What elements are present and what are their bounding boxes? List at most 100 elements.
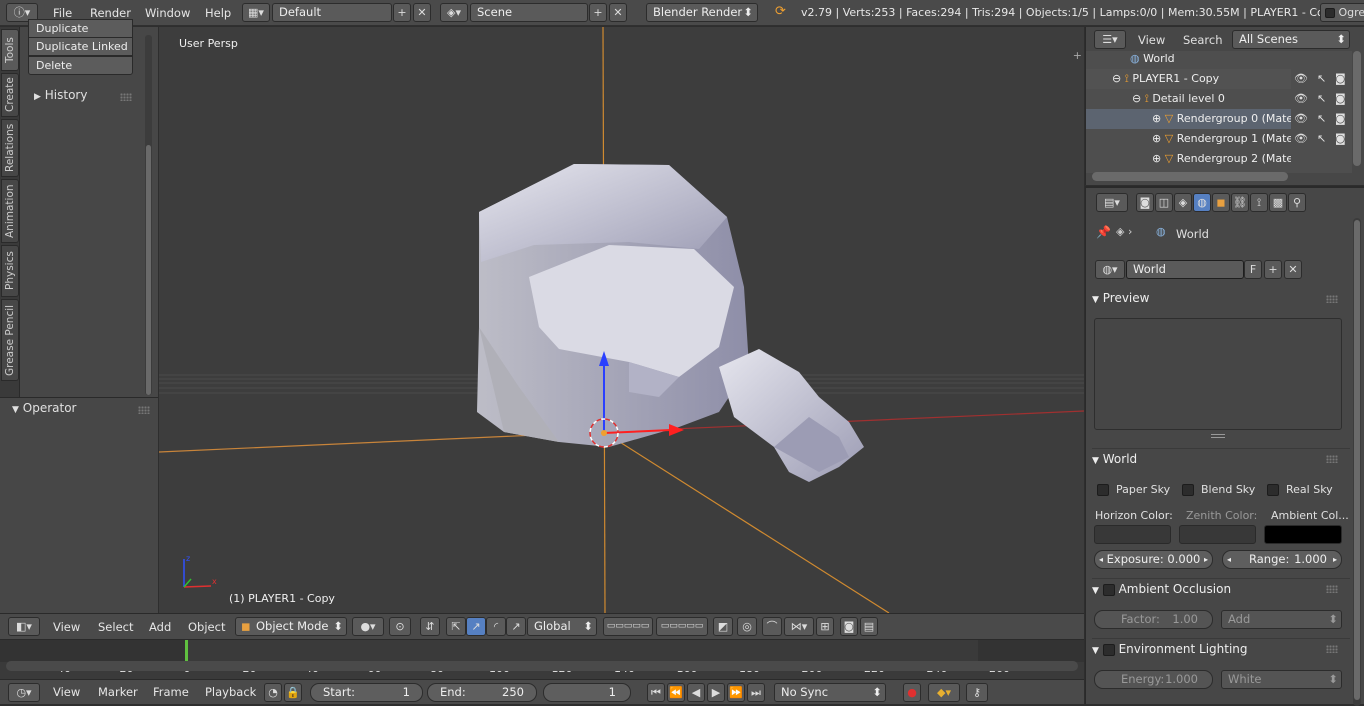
preview-range-icon[interactable]: ◔	[264, 683, 282, 702]
properties-scrollbar[interactable]	[1353, 218, 1361, 706]
end-frame-field[interactable]: End: 250	[427, 683, 537, 702]
physics-icon[interactable]: ⚲	[1288, 193, 1306, 212]
menu-select[interactable]: Select	[98, 620, 133, 634]
paper-sky-checkbox[interactable]: Paper Sky	[1097, 483, 1170, 496]
editor-type-cube-icon[interactable]: ◧▾	[8, 617, 40, 636]
modifiers-icon[interactable]: ⟟	[1250, 193, 1268, 212]
cursor-select-icon[interactable]: ↖	[1317, 72, 1326, 85]
delete-button[interactable]: Delete	[28, 56, 133, 75]
ao-factor-field[interactable]: Factor: 1.00	[1094, 610, 1213, 629]
preview-resize-handle[interactable]	[1211, 434, 1225, 438]
env-color-select[interactable]: White ⬍	[1221, 670, 1342, 689]
eye-icon[interactable]: 👁	[1294, 72, 1308, 85]
ao-blend-mode-select[interactable]: Add ⬍	[1221, 610, 1342, 629]
properties-editor-type-icon[interactable]: ▤▾	[1096, 193, 1128, 212]
scene-name-field[interactable]: Scene	[470, 3, 588, 22]
duplicate-button[interactable]: Duplicate	[28, 19, 133, 38]
proportional-edit-icon[interactable]: ◎	[737, 617, 757, 636]
layout-remove-icon[interactable]: ✕	[413, 3, 431, 22]
outliner-editor-type-icon[interactable]: ☰▾	[1094, 30, 1126, 49]
snap-target-icon[interactable]: ⊞	[816, 617, 834, 636]
eye-icon[interactable]: 👁	[1294, 132, 1308, 145]
menu-frame[interactable]: Frame	[153, 685, 189, 699]
range-field[interactable]: ◂ Range: 1.000 ▸	[1222, 550, 1342, 569]
tab-create[interactable]: Create	[1, 73, 19, 117]
layers-grid-right[interactable]: ▭▭▭▭▭	[656, 617, 708, 636]
timeline[interactable]: -40-200204060801001201401601802002202402…	[0, 639, 1084, 679]
drag-grip-icon[interactable]	[1326, 295, 1338, 303]
new-world-icon[interactable]: +	[1264, 260, 1282, 279]
ao-panel-header[interactable]: ▼ Ambient Occlusion	[1092, 578, 1350, 598]
render-camera-icon[interactable]: ◙	[1335, 132, 1346, 145]
menu-add[interactable]: Add	[149, 620, 171, 634]
cursor-select-icon[interactable]: ↖	[1317, 92, 1326, 105]
lock-layers-icon[interactable]: ◩	[713, 617, 733, 636]
horizon-color-swatch[interactable]	[1094, 525, 1171, 544]
lock-range-icon[interactable]: 🔒	[284, 683, 302, 702]
3d-viewport[interactable]: z x User Persp (1) PLAYER1 - Copy +	[159, 27, 1084, 613]
fake-user-button[interactable]: F	[1244, 260, 1262, 279]
tab-grease-pencil[interactable]: Grease Pencil	[1, 299, 19, 381]
play-icon[interactable]: ▶	[707, 683, 725, 702]
outliner-menu-view[interactable]: View	[1138, 33, 1165, 47]
outliner-vertical-scrollbar[interactable]	[1353, 51, 1361, 166]
tab-animation[interactable]: Animation	[1, 179, 19, 243]
menu-marker[interactable]: Marker	[98, 685, 138, 699]
viewport-shading-icon[interactable]: ●▾	[352, 617, 384, 636]
play-reverse-icon[interactable]: ◀	[687, 683, 705, 702]
layout-browse-icon[interactable]: ▦▾	[242, 3, 270, 22]
world-name-field[interactable]: World	[1126, 260, 1244, 279]
jump-keyframe-back-icon[interactable]: ⏪	[667, 683, 685, 702]
layout-name-field[interactable]: Default	[272, 3, 392, 22]
scene-context-icon[interactable]: ◈	[1174, 193, 1192, 212]
pivot-point-icon[interactable]: ⊙	[389, 617, 411, 636]
eye-icon[interactable]: 👁	[1294, 112, 1308, 125]
drag-grip-icon[interactable]	[138, 406, 150, 414]
menu-view[interactable]: View	[53, 685, 80, 699]
scale-manipulator-icon[interactable]: ↗	[506, 617, 526, 636]
texture-checker-icon[interactable]: ▩	[1269, 193, 1287, 212]
cursor-select-icon[interactable]: ↖	[1317, 112, 1326, 125]
timeline-editor-type-icon[interactable]: ◷▾	[8, 683, 40, 702]
menu-help[interactable]: Help	[205, 4, 231, 22]
snap-element-icon[interactable]: ⋈▾	[784, 617, 814, 636]
constraints-icon[interactable]: ⛓	[1231, 193, 1249, 212]
render-camera-icon[interactable]: ◙	[1335, 92, 1346, 105]
rotate-manipulator-icon[interactable]: ◜	[486, 617, 506, 636]
menu-object[interactable]: Object	[188, 620, 225, 634]
outliner-menu-search[interactable]: Search	[1183, 33, 1223, 47]
drag-grip-icon[interactable]	[120, 93, 132, 101]
translate-manipulator-icon[interactable]: ⇱	[446, 617, 466, 636]
pin-icon[interactable]: 📌	[1096, 225, 1111, 239]
outliner-horizontal-scrollbar[interactable]	[1092, 172, 1288, 181]
preview-panel-header[interactable]: ▼ Preview	[1092, 288, 1350, 308]
drag-grip-icon[interactable]	[1326, 645, 1338, 653]
transform-orientation-select[interactable]: Global ⬍	[527, 617, 597, 636]
zenith-color-swatch[interactable]	[1179, 525, 1256, 544]
scene-add-icon[interactable]: +	[589, 3, 607, 22]
operator-panel-header[interactable]: ▼ Operator	[12, 401, 76, 415]
scene-browse-icon[interactable]: ◈▾	[440, 3, 468, 22]
translate-active-icon[interactable]: ↗	[466, 617, 486, 636]
tab-tools[interactable]: Tools	[1, 29, 19, 71]
render-animation-icon[interactable]: ▤	[860, 617, 878, 636]
world-panel-header[interactable]: ▼ World	[1092, 448, 1350, 468]
keying-set-icon[interactable]: ⚷	[966, 683, 988, 702]
render-camera-icon[interactable]: ◙	[1335, 72, 1346, 85]
properties-region-toggle-icon[interactable]: +	[1073, 49, 1082, 62]
render-context-icon[interactable]: ◙	[1136, 193, 1154, 212]
manipulator-toggle-icon[interactable]: ⇵	[420, 617, 440, 636]
env-energy-field[interactable]: Energy: 1.000	[1094, 670, 1213, 689]
scene-remove-icon[interactable]: ✕	[609, 3, 627, 22]
record-icon[interactable]: ●	[903, 683, 921, 702]
jump-keyframe-forward-icon[interactable]: ⏩	[727, 683, 745, 702]
real-sky-checkbox[interactable]: Real Sky	[1267, 483, 1333, 496]
tab-physics[interactable]: Physics	[1, 245, 19, 297]
exposure-field[interactable]: ◂ Exposure: 0.000 ▸	[1094, 550, 1213, 569]
timeline-scrollbar[interactable]	[6, 661, 1078, 671]
tab-relations[interactable]: Relations	[1, 119, 19, 177]
keyframe-type-icon[interactable]: ◆▾	[928, 683, 960, 702]
ogre-button[interactable]: Ogre	[1320, 3, 1364, 22]
blend-sky-checkbox[interactable]: Blend Sky	[1182, 483, 1255, 496]
unlink-world-icon[interactable]: ✕	[1284, 260, 1302, 279]
